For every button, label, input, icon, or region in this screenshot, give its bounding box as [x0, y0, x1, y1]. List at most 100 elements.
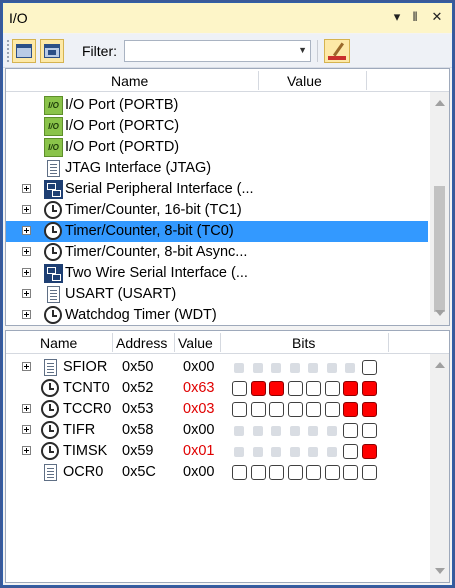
- register-row[interactable]: SFIOR 0x50 0x00: [6, 357, 428, 378]
- clock-icon: [41, 442, 59, 460]
- filter-combobox[interactable]: ▼: [124, 40, 311, 62]
- bit-checkbox[interactable]: [250, 402, 266, 417]
- bit-checkbox[interactable]: [343, 444, 358, 459]
- bit-checkbox[interactable]: [361, 402, 377, 417]
- tree-item[interactable]: Watchdog Timer (WDT): [6, 305, 428, 325]
- bit-checkbox[interactable]: [361, 423, 377, 438]
- bit-checkbox[interactable]: [324, 402, 340, 417]
- column-header-value[interactable]: Value: [178, 335, 213, 351]
- modules-scrollbar[interactable]: [430, 92, 449, 325]
- expand-plus-icon[interactable]: [22, 289, 31, 298]
- column-divider[interactable]: [388, 333, 389, 352]
- register-row[interactable]: TIMSK 0x59 0x01: [6, 441, 428, 462]
- bit-checkbox[interactable]: [269, 465, 284, 480]
- expand-plus-icon[interactable]: [22, 425, 31, 434]
- column-header-address[interactable]: Address: [116, 335, 167, 351]
- scroll-up-arrow-icon[interactable]: [435, 362, 445, 368]
- bit-unused: [326, 363, 337, 373]
- tree-item-label: Timer/Counter, 8-bit Async...: [65, 244, 248, 260]
- scroll-down-arrow-icon[interactable]: [435, 310, 445, 316]
- tree-item[interactable]: I/O I/O Port (PORTC): [6, 116, 428, 137]
- title-bar: I/O ▾ ‖ ✕: [3, 3, 452, 33]
- chevron-down-icon[interactable]: ▼: [298, 45, 307, 55]
- register-row[interactable]: TCNT0 0x52 0x63: [6, 378, 428, 399]
- bit-checkbox[interactable]: [269, 402, 284, 417]
- column-divider[interactable]: [174, 333, 175, 352]
- bit-checkbox[interactable]: [287, 402, 303, 417]
- register-row[interactable]: OCR0 0x5C 0x00: [6, 462, 428, 483]
- bit-unused: [308, 363, 318, 373]
- column-divider[interactable]: [112, 333, 113, 352]
- column-divider[interactable]: [220, 333, 221, 352]
- bit-checkbox[interactable]: [306, 402, 321, 417]
- tree-item[interactable]: Timer/Counter, 16-bit (TC1): [6, 200, 428, 221]
- bit-checkbox[interactable]: [232, 402, 247, 417]
- expand-plus-icon[interactable]: [22, 247, 31, 256]
- register-row[interactable]: TIFR 0x58 0x00: [6, 420, 428, 441]
- register-row[interactable]: TCCR0 0x53 0x03: [6, 399, 428, 420]
- expand-plus-icon[interactable]: [22, 205, 31, 214]
- expand-plus-icon[interactable]: [22, 226, 31, 235]
- column-header-name[interactable]: Name: [111, 73, 148, 89]
- window-detail-icon: [44, 44, 60, 58]
- tree-item[interactable]: Timer/Counter, 8-bit Async...: [6, 242, 428, 263]
- io-port-icon: I/O: [44, 138, 63, 157]
- expand-plus-icon[interactable]: [22, 446, 31, 455]
- tree-item[interactable]: USART (USART): [6, 284, 428, 305]
- pin-button[interactable]: ‖: [406, 8, 424, 26]
- expand-plus-icon[interactable]: [22, 184, 31, 193]
- column-divider[interactable]: [258, 71, 259, 90]
- bit-unused: [345, 363, 355, 373]
- column-header-value[interactable]: Value: [287, 73, 322, 89]
- bit-checkbox[interactable]: [306, 381, 321, 396]
- bit-checkbox[interactable]: [361, 465, 377, 480]
- tree-item[interactable]: JTAG Interface (JTAG): [6, 158, 428, 179]
- bit-checkbox[interactable]: [343, 402, 358, 417]
- tree-item[interactable]: Serial Peripheral Interface (...: [6, 179, 428, 200]
- column-header-bits[interactable]: Bits: [292, 335, 315, 351]
- view-toggle-button-2[interactable]: [40, 39, 64, 63]
- registers-scrollbar[interactable]: [430, 354, 449, 582]
- bit-checkbox[interactable]: [250, 465, 266, 480]
- network-icon: [44, 180, 63, 199]
- bit-checkbox[interactable]: [232, 381, 247, 396]
- toolbar-gripper[interactable]: [7, 40, 9, 62]
- tree-item[interactable]: I/O I/O Port (PORTD): [6, 137, 428, 158]
- bit-checkbox[interactable]: [306, 465, 321, 480]
- registers-pane[interactable]: Name Address Value Bits SFIOR 0x50 0x00 TCN…: [5, 330, 450, 583]
- modules-tree-pane[interactable]: Name Value I/O I/O Port (PORTB) I/O I/O Por…: [5, 68, 450, 326]
- expand-plus-icon[interactable]: [22, 362, 31, 371]
- bit-checkbox[interactable]: [287, 381, 303, 396]
- column-header-name[interactable]: Name: [40, 335, 77, 351]
- bit-checkbox[interactable]: [269, 381, 284, 396]
- view-toggle-button-1[interactable]: [12, 39, 36, 63]
- tree-item[interactable]: Timer/Counter, 8-bit (TC0): [6, 221, 428, 242]
- bit-checkbox[interactable]: [361, 360, 377, 375]
- bit-checkbox[interactable]: [324, 381, 340, 396]
- bit-checkbox[interactable]: [287, 465, 303, 480]
- bit-checkbox[interactable]: [361, 381, 377, 396]
- close-button[interactable]: ✕: [428, 8, 446, 26]
- bit-checkbox[interactable]: [232, 465, 247, 480]
- scroll-up-arrow-icon[interactable]: [435, 100, 445, 106]
- bit-checkbox[interactable]: [324, 465, 340, 480]
- window-dropdown-button[interactable]: ▾: [388, 8, 406, 26]
- bit-checkbox[interactable]: [343, 423, 358, 438]
- bit-checkbox[interactable]: [361, 444, 377, 459]
- register-address: 0x5C: [122, 464, 156, 480]
- expand-plus-icon[interactable]: [22, 404, 31, 413]
- bit-unused: [308, 447, 318, 457]
- bit-unused: [289, 426, 300, 436]
- clear-filter-button[interactable]: [324, 39, 350, 63]
- scroll-down-arrow-icon[interactable]: [435, 568, 445, 574]
- bit-checkbox[interactable]: [250, 381, 266, 396]
- bit-checkbox[interactable]: [343, 381, 358, 396]
- scrollbar-thumb[interactable]: [434, 186, 445, 312]
- bit-checkbox[interactable]: [343, 465, 358, 480]
- tree-item[interactable]: I/O I/O Port (PORTB): [6, 95, 428, 116]
- expand-plus-icon[interactable]: [22, 268, 31, 277]
- tree-item[interactable]: Two Wire Serial Interface (...: [6, 263, 428, 284]
- bit-unused: [271, 426, 281, 436]
- expand-plus-icon[interactable]: [22, 310, 31, 319]
- column-divider[interactable]: [366, 71, 367, 90]
